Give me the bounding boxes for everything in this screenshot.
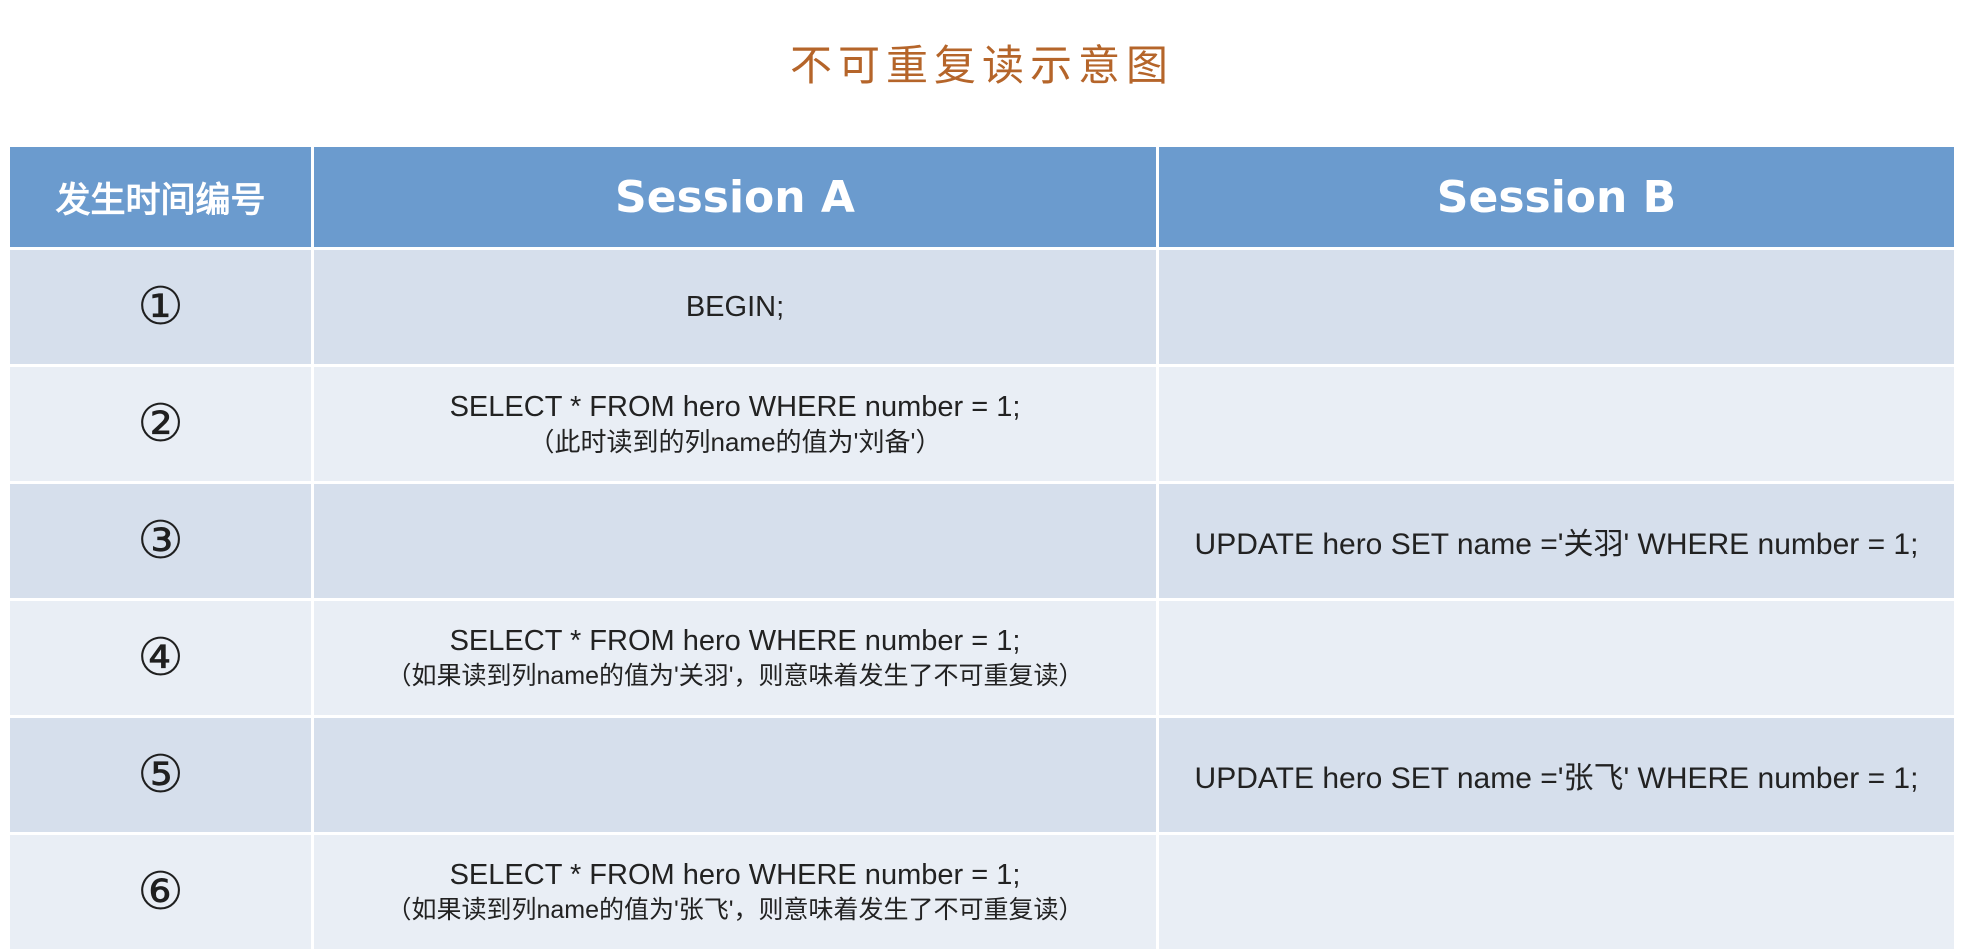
session-a-cell: BEGIN; xyxy=(314,250,1156,364)
session-a-cell: SELECT * FROM hero WHERE number = 1; （如果… xyxy=(314,601,1156,715)
step-number: ⑥ xyxy=(10,835,311,949)
step-number: ⑤ xyxy=(10,718,311,832)
session-a-cell xyxy=(314,484,1156,598)
session-b-cell: UPDATE hero SET name ='张飞' WHERE number … xyxy=(1159,718,1954,832)
session-b-cell xyxy=(1159,835,1954,949)
session-b-cell xyxy=(1159,601,1954,715)
session-a-sql: SELECT * FROM hero WHERE number = 1; xyxy=(449,625,1021,657)
diagram-title: 不可重复读示意图 xyxy=(789,41,1174,90)
header-session-a: Session A xyxy=(314,147,1156,247)
session-a-sql: BEGIN; xyxy=(685,291,785,323)
step-number: ② xyxy=(10,367,311,481)
session-a-sql: SELECT * FROM hero WHERE number = 1; xyxy=(449,859,1021,891)
session-b-cell: UPDATE hero SET name ='关羽' WHERE number … xyxy=(1159,484,1954,598)
step-number: ① xyxy=(10,250,311,364)
session-a-note: （如果读到列name的值为'关羽'，则意味着发生了不可重复读） xyxy=(386,662,1084,690)
step-number: ④ xyxy=(10,601,311,715)
session-a-cell xyxy=(314,718,1156,832)
session-a-note: （此时读到的列name的值为'刘备'） xyxy=(528,427,942,457)
session-a-sql: SELECT * FROM hero WHERE number = 1; xyxy=(449,391,1021,423)
session-a-cell: SELECT * FROM hero WHERE number = 1; （如果… xyxy=(314,835,1156,949)
header-session-b: Session B xyxy=(1159,147,1954,247)
timeline-table: 发生时间编号 Session A Session B ① BEGIN; ② SE… xyxy=(10,147,1954,949)
session-b-sql: UPDATE hero SET name ='关羽' WHERE number … xyxy=(1194,528,1919,561)
session-a-cell: SELECT * FROM hero WHERE number = 1; （此时… xyxy=(314,367,1156,481)
session-a-note: （如果读到列name的值为'张飞'，则意味着发生了不可重复读） xyxy=(386,896,1084,924)
step-number: ③ xyxy=(10,484,311,598)
session-b-sql: UPDATE hero SET name ='张飞' WHERE number … xyxy=(1194,762,1919,795)
session-b-cell xyxy=(1159,367,1954,481)
session-b-cell xyxy=(1159,250,1954,364)
header-time-column: 发生时间编号 xyxy=(10,147,311,247)
